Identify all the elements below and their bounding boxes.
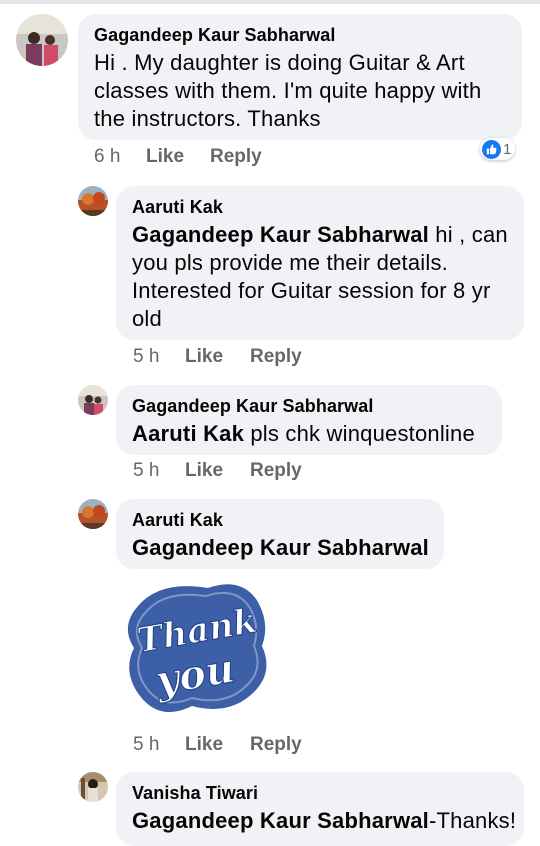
mention-link[interactable]: Gagandeep Kaur Sabharwal (132, 222, 429, 247)
comment-time[interactable]: 5 h (133, 734, 159, 756)
comment-author[interactable]: Aaruti Kak (132, 510, 223, 531)
comment-time[interactable]: 5 h (133, 460, 159, 482)
like-button[interactable]: Like (185, 460, 223, 482)
thank-you-sticker[interactable]: Thank you (120, 576, 276, 722)
like-button[interactable]: Like (185, 346, 223, 368)
reply-button[interactable]: Reply (250, 734, 302, 756)
avatar[interactable] (78, 772, 108, 802)
avatar[interactable] (78, 499, 108, 529)
comment-text: -Thanks! (429, 808, 517, 833)
comment-text-line: you pls provide me their details. (132, 250, 448, 275)
comment-text-line: the instructors. Thanks (94, 106, 321, 131)
like-button[interactable]: Like (185, 734, 223, 756)
comment-text-line: Interested for Guitar session for 8 yr (132, 278, 491, 303)
comment-author[interactable]: Aaruti Kak (132, 197, 223, 218)
comment-text-line: Gagandeep Kaur Sabharwal (132, 534, 429, 563)
reaction-count: 1 (503, 140, 512, 158)
like-button[interactable]: Like (146, 146, 184, 168)
mention-link[interactable]: Aaruti Kak (132, 421, 244, 446)
avatar[interactable] (78, 385, 108, 415)
comment-time[interactable]: 5 h (133, 346, 159, 368)
comment-text-line: Gagandeep Kaur Sabharwal-Thanks! (132, 807, 516, 836)
reply-button[interactable]: Reply (250, 346, 302, 368)
comment-text-line: Hi . My daughter is doing Guitar & Art (94, 50, 465, 75)
top-divider (0, 0, 540, 4)
comment-author[interactable]: Gagandeep Kaur Sabharwal (132, 396, 373, 417)
comment-author[interactable]: Gagandeep Kaur Sabharwal (94, 25, 335, 46)
like-reaction-icon (482, 139, 501, 159)
comment-text: pls chk winquestonline (244, 421, 475, 446)
avatar[interactable] (16, 14, 68, 66)
reply-button[interactable]: Reply (250, 460, 302, 482)
comment-time[interactable]: 6 h (94, 146, 120, 168)
comment-author[interactable]: Vanisha Tiwari (132, 783, 258, 804)
comment-text-line: classes with them. I'm quite happy with (94, 78, 482, 103)
comment-text: hi , can (429, 222, 508, 247)
avatar[interactable] (78, 186, 108, 216)
comment-text-line: old (132, 306, 162, 331)
reply-button[interactable]: Reply (210, 146, 262, 168)
mention-link[interactable]: Gagandeep Kaur Sabharwal (132, 808, 429, 833)
mention-link[interactable]: Gagandeep Kaur Sabharwal (132, 535, 429, 560)
comment-text-line: Aaruti Kak pls chk winquestonline (132, 420, 475, 449)
reaction-badge[interactable]: 1 (480, 138, 516, 160)
comment-text-line: Gagandeep Kaur Sabharwal hi , can (132, 221, 508, 250)
